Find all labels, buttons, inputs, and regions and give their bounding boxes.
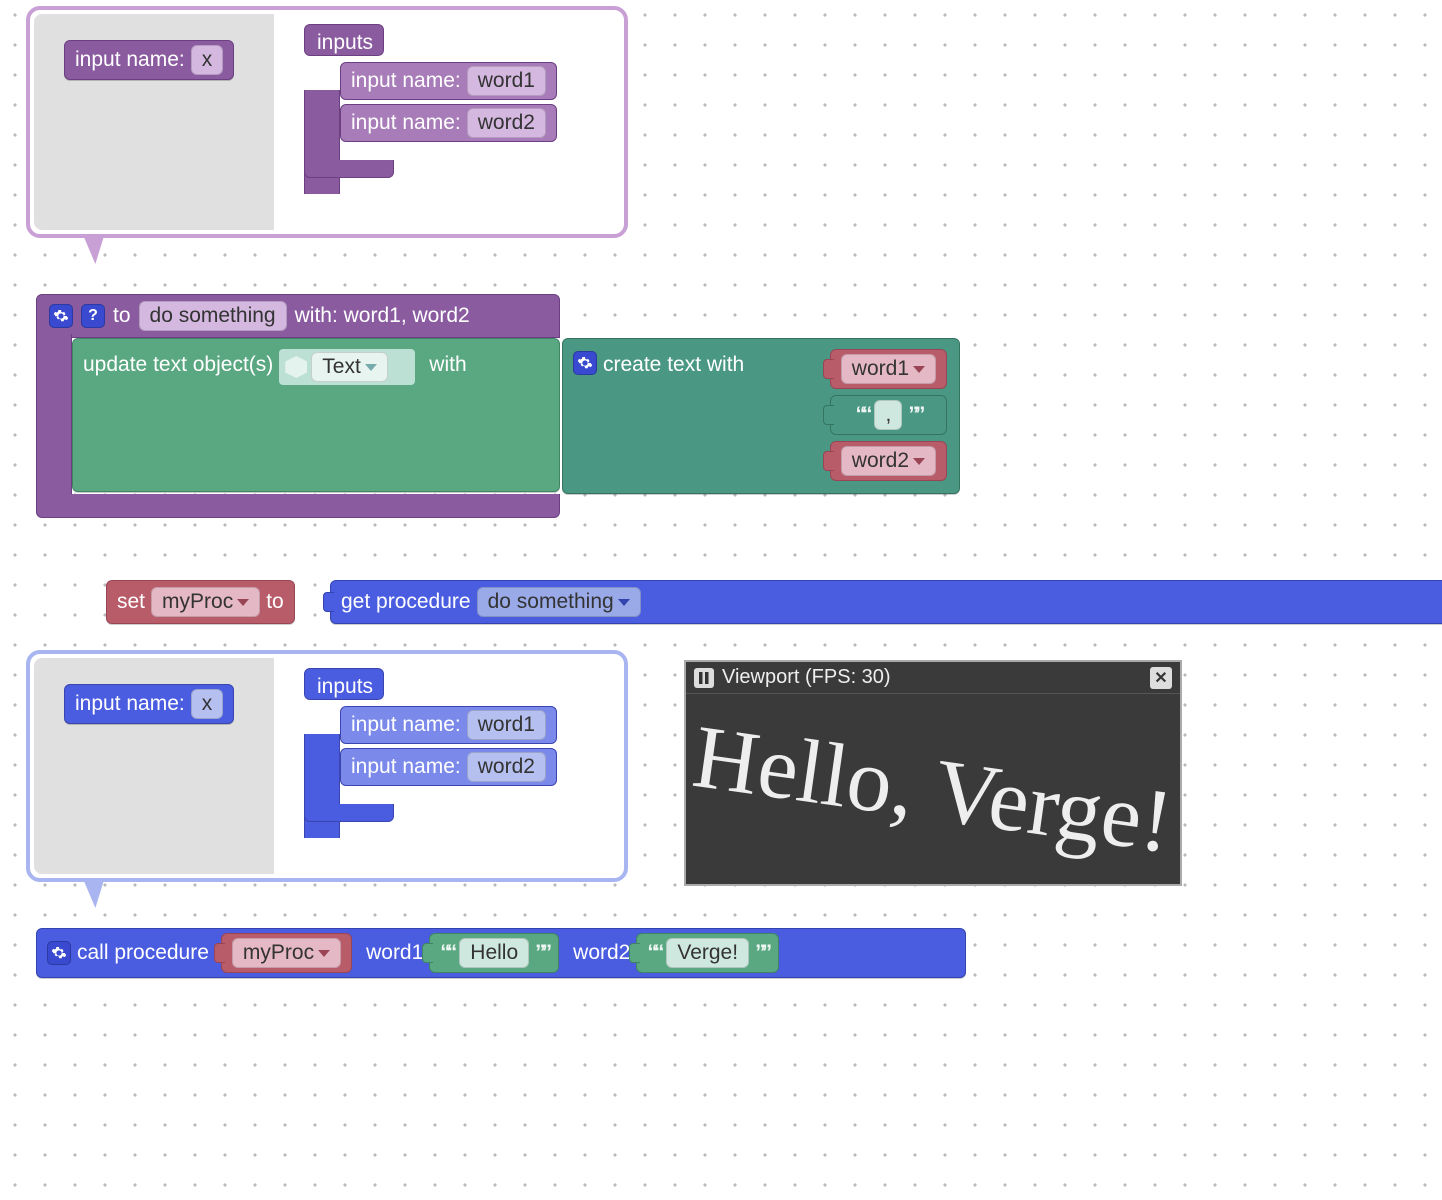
- procedure-definition-block[interactable]: ? to do something with: word1, word2: [36, 294, 956, 338]
- to-label: to: [113, 304, 131, 328]
- update-text-object-block[interactable]: update text object(s) Text with: [72, 338, 560, 492]
- viewport-panel[interactable]: Viewport (FPS: 30) ✕ Hello, Verge!: [684, 660, 1182, 886]
- procedure-dropdown[interactable]: do something: [477, 587, 641, 617]
- rendered-text: Hello, Verge!: [687, 704, 1178, 873]
- label: input name:: [75, 692, 185, 716]
- viewport-content: Hello, Verge!: [686, 694, 1180, 884]
- object-icon: [285, 356, 307, 378]
- string-literal-verge[interactable]: Verge!: [636, 933, 779, 973]
- label: input name:: [351, 755, 461, 779]
- viewport-titlebar[interactable]: Viewport (FPS: 30) ✕: [686, 662, 1180, 694]
- viewport-title: Viewport (FPS: 30): [722, 666, 891, 689]
- inputs-container-block[interactable]: inputs: [304, 24, 384, 56]
- palette-input-name-block[interactable]: input name: x: [64, 684, 234, 724]
- input-row-word1[interactable]: input name: word1: [340, 706, 557, 744]
- input-row-word2[interactable]: input name: word2: [340, 748, 557, 786]
- string-literal-hello[interactable]: Hello: [429, 933, 559, 973]
- input-x-field[interactable]: x: [191, 689, 224, 719]
- label: input name:: [351, 111, 461, 135]
- string-literal-comma[interactable]: ,: [830, 395, 947, 435]
- to-label: to: [266, 590, 284, 614]
- gear-icon[interactable]: [47, 941, 71, 965]
- inputs-label: inputs: [317, 31, 373, 54]
- variable-word1[interactable]: word1: [830, 349, 947, 389]
- inputs-container-block[interactable]: inputs: [304, 668, 384, 700]
- param2-label: word2: [573, 941, 630, 965]
- mutator-balloon-procdef: input name: x inputs input name: word1 i…: [26, 6, 628, 238]
- with-label: with: [429, 353, 466, 377]
- input-word2-field[interactable]: word2: [467, 752, 546, 782]
- with-params-label: with: word1, word2: [295, 304, 470, 328]
- label: create text with: [603, 353, 744, 377]
- input-x-field[interactable]: x: [191, 45, 224, 75]
- param1-label: word1: [366, 941, 423, 965]
- palette-input-name-block[interactable]: input name: x: [64, 40, 234, 80]
- procedure-name-field[interactable]: do something: [139, 301, 287, 331]
- label: input name:: [351, 69, 461, 93]
- variable-word2[interactable]: word2: [830, 441, 947, 481]
- input-row-word2[interactable]: input name: word2: [340, 104, 557, 142]
- pause-icon[interactable]: [694, 668, 714, 688]
- close-icon[interactable]: ✕: [1150, 667, 1172, 689]
- label: input name:: [351, 713, 461, 737]
- set-label: set: [117, 590, 145, 614]
- label: get procedure: [341, 590, 471, 614]
- label: call procedure: [77, 941, 209, 965]
- input-word2-field[interactable]: word2: [467, 108, 546, 138]
- input-word1-field[interactable]: word1: [467, 710, 546, 740]
- label: update text object(s): [83, 353, 273, 377]
- set-variable-block[interactable]: set myProc to: [106, 580, 295, 624]
- mutator-balloon-call: input name: x inputs input name: word1 i…: [26, 650, 628, 882]
- input-row-word1[interactable]: input name: word1: [340, 62, 557, 100]
- get-procedure-block[interactable]: get procedure do something: [330, 580, 1442, 624]
- text-object-field[interactable]: Text: [311, 352, 388, 382]
- variable-field-myproc[interactable]: myProc: [151, 587, 260, 617]
- help-icon[interactable]: ?: [81, 304, 105, 328]
- create-text-with-block[interactable]: create text with word1 , word2: [562, 338, 960, 494]
- call-procedure-block[interactable]: call procedure myProc word1 Hello word2 …: [36, 928, 966, 978]
- input-word1-field[interactable]: word1: [467, 66, 546, 96]
- gear-icon[interactable]: [49, 304, 73, 328]
- gear-icon[interactable]: [573, 351, 597, 375]
- label: input name:: [75, 48, 185, 72]
- variable-myproc[interactable]: myProc: [221, 933, 352, 973]
- inputs-label: inputs: [317, 675, 373, 698]
